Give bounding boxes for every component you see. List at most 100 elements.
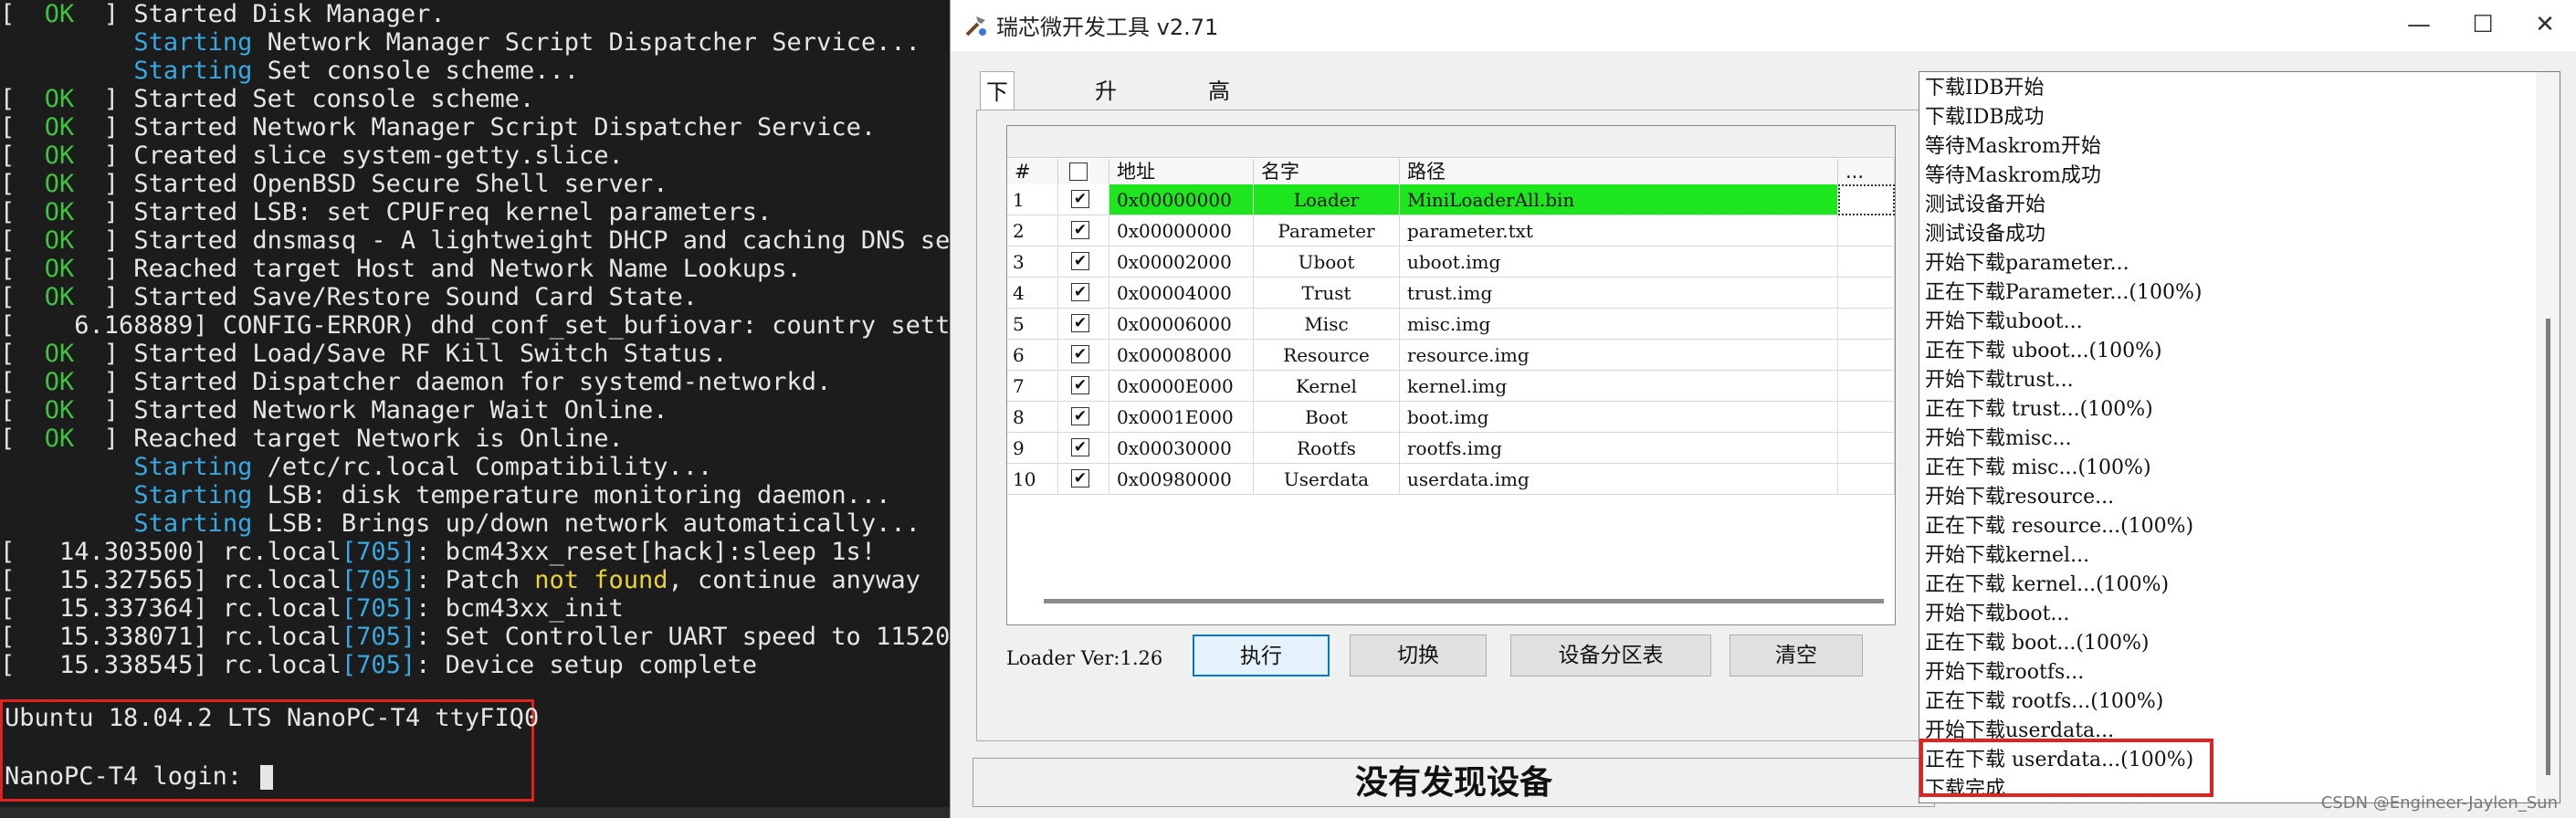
terminal-line: [ OK ] Started Dispatcher daemon for sys… bbox=[0, 368, 950, 396]
row-checkbox[interactable]: ✔ bbox=[1071, 314, 1089, 332]
row-checkbox[interactable]: ✔ bbox=[1071, 469, 1089, 488]
row-browse-cell[interactable] bbox=[1838, 309, 1895, 340]
run-button[interactable]: 执行 bbox=[1193, 634, 1330, 676]
terminal-text: : Patch bbox=[415, 566, 535, 594]
row-checkbox[interactable]: ✔ bbox=[1071, 345, 1089, 363]
header-check[interactable] bbox=[1058, 159, 1109, 184]
log-line: 开始下载resource... bbox=[1925, 486, 2115, 509]
row-browse-cell[interactable] bbox=[1838, 402, 1895, 433]
row-browse-cell[interactable] bbox=[1838, 464, 1895, 495]
row-checkbox[interactable]: ✔ bbox=[1071, 376, 1089, 394]
row-browse-cell[interactable] bbox=[1838, 340, 1895, 371]
row-checkbox[interactable]: ✔ bbox=[1071, 221, 1089, 239]
terminal-text: ] Created slice system-getty.slice. bbox=[74, 142, 624, 170]
terminal-line: [ 15.337364] rc.local[705]: bcm43xx_init bbox=[0, 594, 950, 623]
clear-button[interactable]: 清空 bbox=[1730, 634, 1863, 676]
row-checkbox[interactable]: ✔ bbox=[1071, 283, 1089, 301]
terminal-window[interactable]: [ OK ] Started Disk Manager. Starting Ne… bbox=[0, 0, 950, 818]
terminal-text: Starting bbox=[133, 453, 253, 481]
log-line: 开始下载trust... bbox=[1925, 369, 2074, 392]
partition-row[interactable]: 4 ✔ 0x00004000 Trust trust.img bbox=[1007, 278, 1895, 309]
partition-row[interactable]: 8 ✔ 0x0001E000 Boot boot.img bbox=[1007, 402, 1895, 433]
partition-row[interactable]: 5 ✔ 0x00006000 Misc misc.img bbox=[1007, 309, 1895, 340]
minimize-button[interactable]: — bbox=[2392, 5, 2446, 44]
row-checkbox[interactable]: ✔ bbox=[1071, 407, 1089, 425]
partition-row[interactable]: 7 ✔ 0x0000E000 Kernel kernel.img bbox=[1007, 371, 1895, 402]
partition-row[interactable]: 6 ✔ 0x00008000 Resource resource.img bbox=[1007, 340, 1895, 371]
tab-upgrade-firmware[interactable]: 升级固件 bbox=[1089, 71, 1122, 225]
terminal-text: Network Manager Script Dispatcher Servic… bbox=[252, 28, 920, 57]
row-browse-cell[interactable] bbox=[1838, 433, 1895, 464]
terminal-text: ] Started Dispatcher daemon for systemd-… bbox=[74, 368, 832, 396]
row-check-cell: ✔ bbox=[1058, 433, 1109, 464]
partition-row[interactable]: 9 ✔ 0x00030000 Rootfs rootfs.img bbox=[1007, 433, 1895, 464]
row-n: 4 bbox=[1007, 278, 1058, 309]
login-prompt-line[interactable]: NanoPC-T4 login: bbox=[5, 762, 274, 791]
grid-toolbar bbox=[1007, 126, 1895, 158]
log-line: 开始下载rootfs... bbox=[1925, 661, 2085, 684]
row-name: Loader bbox=[1254, 184, 1400, 215]
terminal-output: [ OK ] Started Disk Manager. Starting Ne… bbox=[0, 0, 950, 679]
tab-advanced[interactable]: 高级功能 bbox=[1203, 71, 1235, 225]
terminal-text: LSB: disk temperature monitoring daemon.… bbox=[252, 481, 891, 509]
row-addr: 0x00000000 bbox=[1109, 215, 1254, 246]
terminal-text: [ bbox=[0, 425, 45, 453]
partition-row[interactable]: 3 ✔ 0x00002000 Uboot uboot.img bbox=[1007, 246, 1895, 278]
partition-row[interactable]: 1 ✔ 0x00000000 Loader MiniLoaderAll.bin bbox=[1007, 184, 1895, 215]
terminal-text: [ bbox=[0, 396, 45, 425]
terminal-text: Starting bbox=[133, 481, 253, 509]
terminal-text: [ bbox=[0, 340, 45, 368]
terminal-text: Starting bbox=[133, 57, 253, 85]
log-scroll-thumb[interactable] bbox=[2546, 319, 2550, 775]
row-checkbox[interactable]: ✔ bbox=[1071, 438, 1089, 456]
terminal-line: [ OK ] Started Set console scheme. bbox=[0, 85, 950, 113]
partition-row[interactable]: 2 ✔ 0x00000000 Parameter parameter.txt bbox=[1007, 215, 1895, 246]
terminal-text: OK bbox=[44, 425, 75, 453]
row-name: Rootfs bbox=[1254, 433, 1400, 464]
window-title: 瑞芯微开发工具 v2.71 bbox=[996, 15, 1219, 40]
terminal-text: LSB: Brings up/down network automaticall… bbox=[252, 509, 920, 538]
terminal-text: Starting bbox=[133, 509, 253, 538]
terminal-text: OK bbox=[44, 340, 75, 368]
terminal-text: OK bbox=[44, 198, 75, 226]
row-browse-cell[interactable] bbox=[1838, 278, 1895, 309]
partition-grid[interactable]: # 地址 名字 路径 ... 1 ✔ 0x00000000 Loader MiniLoa… bbox=[1006, 125, 1896, 625]
log-line: 下载IDB开始 bbox=[1925, 77, 2045, 100]
row-check-cell: ✔ bbox=[1058, 215, 1109, 246]
row-addr: 0x00000000 bbox=[1109, 184, 1254, 215]
row-browse-cell[interactable] bbox=[1838, 371, 1895, 402]
row-name: Trust bbox=[1254, 278, 1400, 309]
tab-download-image[interactable]: 下载镜像 bbox=[980, 71, 1015, 225]
partition-row[interactable]: 10 ✔ 0x00980000 Userdata userdata.img bbox=[1007, 464, 1895, 495]
log-line: 开始下载kernel... bbox=[1925, 544, 2090, 567]
terminal-text: : Set Controller UART speed to 115200 bbox=[415, 623, 950, 651]
terminal-clipped-line bbox=[0, 807, 950, 818]
row-path: misc.img bbox=[1400, 309, 1838, 340]
close-button[interactable]: ✕ bbox=[2518, 5, 2572, 44]
text-cursor bbox=[260, 765, 274, 790]
row-browse-cell[interactable] bbox=[1838, 184, 1895, 215]
partition-table-button[interactable]: 设备分区表 bbox=[1510, 634, 1711, 676]
scrollbar-thumb[interactable] bbox=[1044, 599, 1884, 603]
terminal-text: [705] bbox=[341, 594, 416, 623]
horizontal-scrollbar[interactable] bbox=[1044, 590, 1884, 610]
terminal-line: [ OK ] Started Load/Save RF Kill Switch … bbox=[0, 340, 950, 368]
maximize-button[interactable]: ☐ bbox=[2455, 5, 2510, 44]
log-scrollbar[interactable] bbox=[2536, 72, 2560, 802]
log-panel[interactable]: 下载IDB开始 下载IDB成功 等待Maskrom开始 等待Maskrom成功 测试设备… bbox=[1919, 71, 2560, 803]
log-line: 测试设备成功 bbox=[1925, 223, 2046, 246]
switch-button[interactable]: 切换 bbox=[1350, 634, 1487, 676]
terminal-line: [ OK ] Reached target Host and Network N… bbox=[0, 255, 950, 283]
row-browse-cell[interactable] bbox=[1838, 215, 1895, 246]
row-checkbox[interactable]: ✔ bbox=[1071, 252, 1089, 270]
terminal-text: Starting bbox=[133, 28, 253, 57]
header-checkbox[interactable] bbox=[1069, 163, 1088, 181]
device-status: 没有发现设备 bbox=[973, 758, 1935, 807]
row-checkbox[interactable]: ✔ bbox=[1071, 190, 1089, 208]
header-path: 路径 bbox=[1400, 159, 1838, 184]
title-bar[interactable]: 瑞芯微开发工具 v2.71 — ☐ ✕ bbox=[951, 0, 2576, 51]
row-browse-cell[interactable] bbox=[1838, 246, 1895, 278]
row-path: uboot.img bbox=[1400, 246, 1838, 278]
terminal-text: [705] bbox=[341, 651, 416, 679]
